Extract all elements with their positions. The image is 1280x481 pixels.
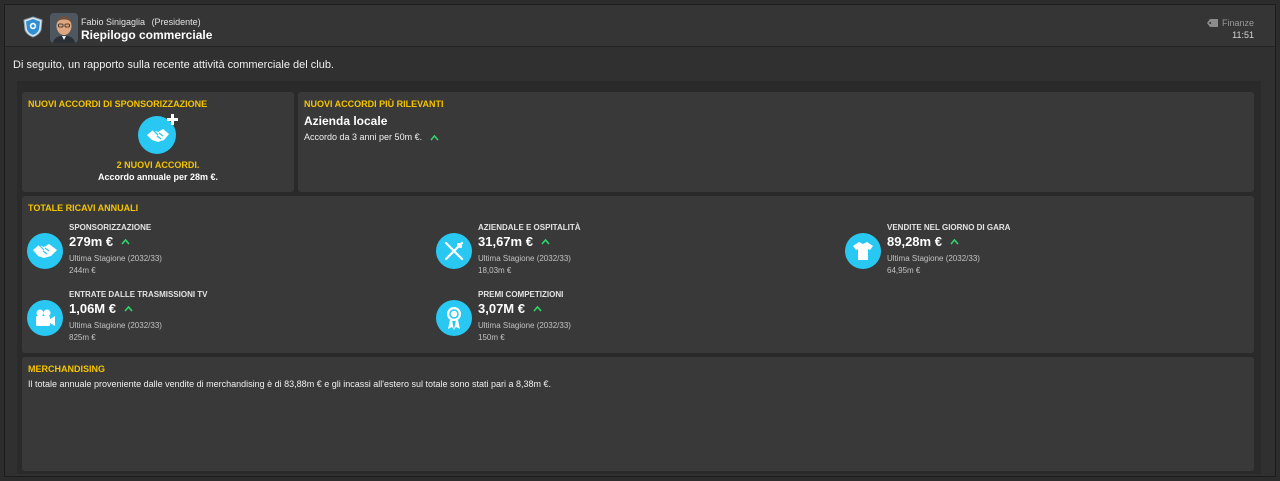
new-deals-count: 2 NUOVI ACCORDI.: [116, 160, 200, 170]
deal-description-text: Accordo da 3 anni per 50m €.: [304, 132, 423, 142]
handshake-plus-icon: [138, 114, 178, 154]
panel-title: NUOVI ACCORDI DI SPONSORIZZAZIONE: [28, 99, 208, 109]
revenue-label: AZIENDALE E OSPITALITÀ: [478, 223, 581, 232]
trend-up-icon: [124, 305, 133, 312]
revenue-value: 3,07M €: [478, 301, 542, 316]
club-badge-icon[interactable]: [23, 16, 43, 38]
message-time: 11:51: [1232, 30, 1254, 40]
revenue-label: SPONSORIZZAZIONE: [69, 223, 152, 232]
revenue-value-text: 31,67m €: [478, 234, 533, 249]
video-camera-icon: [27, 300, 63, 336]
merchandising-panel: MERCHANDISING Il totale annuale provenie…: [22, 357, 1254, 471]
revenue-season: Ultima Stagione (2032/33): [478, 254, 571, 263]
revenue-previous: 18,03m €: [478, 266, 512, 275]
revenue-label: VENDITE NEL GIORNO DI GARA: [887, 223, 1011, 232]
annual-deal-value: Accordo annuale per 28m €.: [97, 172, 219, 182]
trend-up-icon: [533, 305, 542, 312]
deal-description: Accordo da 3 anni per 50m €.: [304, 132, 439, 142]
revenue-value: 1,06M €: [69, 301, 133, 316]
revenue-item-matchday: VENDITE NEL GIORNO DI GARA 89,28m € Ulti…: [845, 223, 1225, 283]
intro-text: Di seguito, un rapporto sulla recente at…: [13, 59, 334, 71]
revenue-season: Ultima Stagione (2032/33): [69, 321, 162, 330]
revenue-label: ENTRATE DALLE TRASMISSIONI TV: [69, 290, 208, 299]
cutlery-icon: [436, 233, 472, 269]
message-window: Fabio Sinigaglia (Presidente) Riepilogo …: [4, 4, 1276, 477]
top-deals-panel: NUOVI ACCORDI PIÙ RILEVANTI Azienda loca…: [298, 92, 1254, 192]
revenue-value-text: 3,07M €: [478, 301, 525, 316]
sender-name[interactable]: Fabio Sinigaglia: [81, 17, 145, 27]
category-label: Finanze: [1221, 18, 1254, 28]
panel-title: TOTALE RICAVI ANNUALI: [28, 203, 139, 213]
revenue-season: Ultima Stagione (2032/33): [887, 254, 980, 263]
message-header: Fabio Sinigaglia (Presidente) Riepilogo …: [5, 5, 1275, 47]
revenue-value-text: 279m €: [69, 234, 114, 249]
revenue-item-tv: ENTRATE DALLE TRASMISSIONI TV 1,06M € Ul…: [27, 290, 407, 350]
sender-line: Fabio Sinigaglia (Presidente): [81, 17, 201, 27]
trend-up-icon: [950, 238, 959, 245]
revenue-item-hospitality: AZIENDALE E OSPITALITÀ 31,67m € Ultima S…: [436, 223, 816, 283]
revenue-value: 279m €: [69, 234, 130, 249]
sender-role: (Presidente): [151, 17, 201, 27]
revenue-previous: 64,95m €: [887, 266, 921, 275]
trend-up-icon: [541, 238, 550, 245]
report-content: NUOVI ACCORDI DI SPONSORIZZAZIONE 2 NUOV…: [17, 81, 1261, 474]
panel-title: NUOVI ACCORDI PIÙ RILEVANTI: [304, 99, 444, 109]
revenue-item-sponsorship: SPONSORIZZAZIONE 279m € Ultima Stagione …: [27, 223, 407, 283]
revenue-value: 31,67m €: [478, 234, 550, 249]
deal-sponsor-name[interactable]: Azienda locale: [304, 114, 387, 128]
message-subject: Riepilogo commerciale: [81, 28, 213, 42]
revenue-season: Ultima Stagione (2032/33): [69, 254, 162, 263]
revenue-value: 89,28m €: [887, 234, 959, 249]
revenue-value-text: 1,06M €: [69, 301, 116, 316]
revenue-previous: 825m €: [69, 333, 96, 342]
sponsorship-panel: NUOVI ACCORDI DI SPONSORIZZAZIONE 2 NUOV…: [22, 92, 294, 192]
revenue-season: Ultima Stagione (2032/33): [478, 321, 571, 330]
tag-icon: [1206, 19, 1218, 27]
panel-title: MERCHANDISING: [28, 364, 106, 374]
avatar[interactable]: [50, 13, 78, 43]
revenue-value-text: 89,28m €: [887, 234, 942, 249]
merchandising-text: Il totale annuale proveniente dalle vend…: [28, 379, 552, 389]
trend-up-icon: [121, 238, 130, 245]
revenue-label: PREMI COMPETIZIONI: [478, 290, 564, 299]
revenue-item-prizes: PREMI COMPETIZIONI 3,07M € Ultima Stagio…: [436, 290, 816, 350]
revenue-previous: 244m €: [69, 266, 96, 275]
trend-up-icon: [430, 134, 439, 141]
handshake-icon: [27, 233, 63, 269]
annual-revenue-panel: TOTALE RICAVI ANNUALI SPONSORIZZAZIONE 2…: [22, 196, 1254, 353]
revenue-previous: 150m €: [478, 333, 505, 342]
medal-icon: [436, 300, 472, 336]
message-category[interactable]: Finanze: [1206, 18, 1254, 28]
shirt-icon: [845, 233, 881, 269]
